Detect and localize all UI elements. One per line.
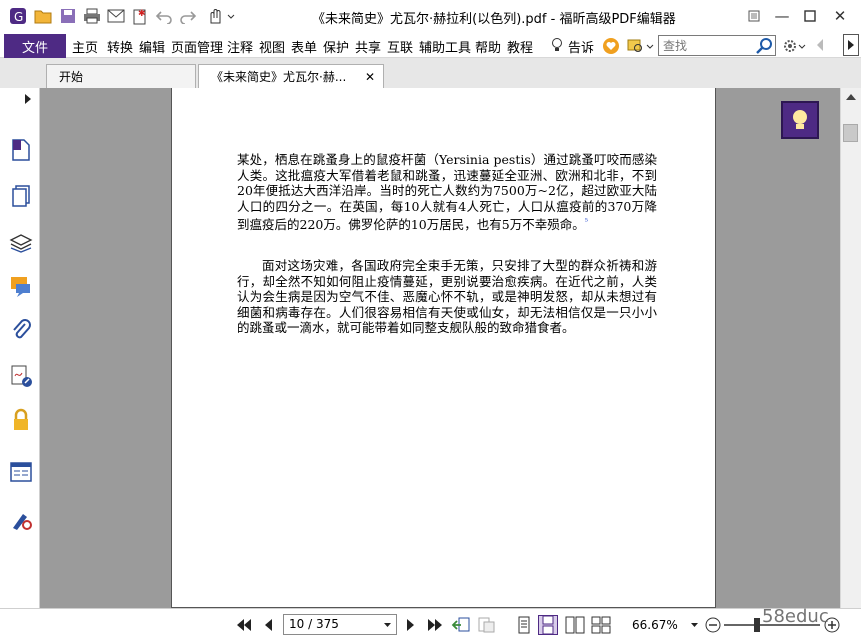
single-page-view-icon[interactable]	[514, 615, 534, 635]
zoom-dropdown-icon[interactable]	[687, 615, 701, 635]
certify-icon[interactable]	[9, 508, 33, 532]
close-tab-icon[interactable]: ✕	[365, 70, 375, 84]
menu-item-convert[interactable]: 转换	[107, 37, 133, 56]
file-menu-button[interactable]: 文件	[4, 34, 66, 58]
menu-item-protect[interactable]: 保护	[323, 37, 349, 56]
next-view-icon[interactable]	[477, 615, 497, 635]
print-icon[interactable]	[82, 6, 102, 26]
form-fields-icon[interactable]	[9, 460, 33, 484]
find-options-icon[interactable]	[627, 37, 655, 55]
minimize-button[interactable]: —	[768, 4, 796, 28]
restore-icon[interactable]	[740, 4, 768, 28]
page-thumbnail-icon[interactable]	[9, 138, 33, 162]
menu-item-help[interactable]: 帮助	[475, 37, 501, 56]
zoom-slider-knob[interactable]	[754, 618, 760, 632]
expand-panel-icon[interactable]	[22, 92, 34, 106]
chevron-left-icon[interactable]	[815, 37, 827, 55]
navigation-panel	[0, 88, 42, 620]
status-bar: 10 / 375 66.67%	[0, 608, 861, 640]
svg-text:G: G	[14, 10, 23, 24]
scroll-thumb[interactable]	[843, 124, 858, 142]
signature-icon[interactable]	[9, 364, 33, 388]
new-icon[interactable]: ✱	[130, 6, 150, 26]
footnote-link[interactable]: ⁵	[585, 217, 588, 226]
menu-item-comment[interactable]: 注释	[227, 37, 253, 56]
lightbulb-icon[interactable]	[550, 37, 564, 53]
page-dropdown-icon[interactable]	[383, 615, 392, 640]
continuous-view-icon[interactable]	[538, 615, 558, 635]
tab-bar: 开始 《未来简史》尤瓦尔·赫... ✕	[0, 58, 861, 88]
previous-page-icon[interactable]	[258, 615, 278, 635]
menu-item-accessibility[interactable]: 辅助工具	[419, 37, 471, 56]
layers-icon[interactable]	[9, 230, 33, 254]
facing-view-icon[interactable]	[565, 615, 585, 635]
comments-icon[interactable]	[9, 274, 33, 298]
save-icon[interactable]	[58, 6, 78, 26]
search-icon[interactable]	[756, 37, 773, 57]
menu-item-home[interactable]: 主页	[72, 37, 98, 56]
zoom-out-icon[interactable]	[703, 615, 723, 635]
search-box[interactable]	[658, 35, 776, 56]
menu-item-page-management[interactable]: 页面管理	[171, 37, 223, 56]
maximize-button[interactable]	[796, 4, 824, 28]
email-icon[interactable]	[106, 6, 126, 26]
page-number-input[interactable]: 10 / 375	[283, 614, 397, 635]
close-button[interactable]: ✕	[826, 4, 854, 28]
heart-icon[interactable]	[602, 37, 620, 55]
document-viewport[interactable]: 某处，栖息在跳蚤身上的鼠疫杆菌（Yersinia pestis）通过跳蚤叮咬而感…	[40, 88, 840, 608]
scroll-up-icon[interactable]	[844, 90, 858, 107]
tab-label: 开始	[59, 70, 84, 84]
title-bar: G ✱ 《未来简史》尤瓦尔·赫拉利(以色列).pdf - 福昕高级PDF编辑器 …	[0, 0, 861, 34]
continuous-facing-view-icon[interactable]	[591, 615, 611, 635]
first-page-icon[interactable]	[234, 615, 254, 635]
menu-bar: 文件 主页 转换 编辑 页面管理 注释 视图 表单 保护 共享 互联 辅助工具 …	[0, 34, 861, 58]
menu-item-view[interactable]: 视图	[259, 37, 285, 56]
svg-text:✱: ✱	[138, 9, 146, 19]
paragraph-2: 面对这场灾难，各国政府完全束手无策，只安排了大型的群众祈祷和游行，却全然不知如何…	[237, 258, 657, 335]
tell-me-label[interactable]: 告诉	[568, 37, 594, 56]
menu-item-tutorial[interactable]: 教程	[507, 37, 533, 56]
tab-label: 《未来简史》尤瓦尔·赫...	[211, 70, 347, 84]
search-input[interactable]	[659, 36, 755, 55]
app-logo-icon[interactable]: G	[8, 6, 28, 26]
pages-icon[interactable]	[9, 184, 33, 208]
lock-icon[interactable]	[9, 408, 33, 432]
window-title: 《未来简史》尤瓦尔·赫拉利(以色列).pdf - 福昕高级PDF编辑器	[312, 12, 676, 27]
tab-start[interactable]: 开始	[46, 64, 196, 88]
next-page-icon[interactable]	[401, 615, 421, 635]
chevron-right-icon[interactable]	[843, 34, 859, 56]
vertical-scrollbar[interactable]	[840, 88, 861, 608]
paragraph-1: 某处，栖息在跳蚤身上的鼠疫杆菌（Yersinia pestis）通过跳蚤叮咬而感…	[237, 152, 657, 233]
watermark-text: 58educ	[762, 606, 829, 627]
menu-item-share[interactable]: 共享	[355, 37, 381, 56]
zoom-level[interactable]: 66.67%	[632, 618, 678, 632]
menu-item-form[interactable]: 表单	[291, 37, 317, 56]
last-page-icon[interactable]	[425, 615, 445, 635]
previous-view-icon[interactable]	[451, 615, 471, 635]
menu-item-connect[interactable]: 互联	[387, 37, 413, 56]
open-folder-icon[interactable]	[33, 6, 53, 26]
lightbulb-assistant-button[interactable]	[781, 101, 819, 139]
hand-tool-icon[interactable]	[204, 6, 238, 26]
redo-icon[interactable]	[178, 6, 198, 26]
page-number-value: 10 / 375	[289, 617, 339, 631]
gear-icon[interactable]	[782, 37, 806, 55]
menu-item-edit[interactable]: 编辑	[139, 37, 165, 56]
pdf-page: 某处，栖息在跳蚤身上的鼠疫杆菌（Yersinia pestis）通过跳蚤叮咬而感…	[171, 88, 716, 608]
tab-document[interactable]: 《未来简史》尤瓦尔·赫... ✕	[198, 64, 384, 88]
attachment-icon[interactable]	[9, 318, 33, 342]
undo-icon[interactable]	[154, 6, 174, 26]
